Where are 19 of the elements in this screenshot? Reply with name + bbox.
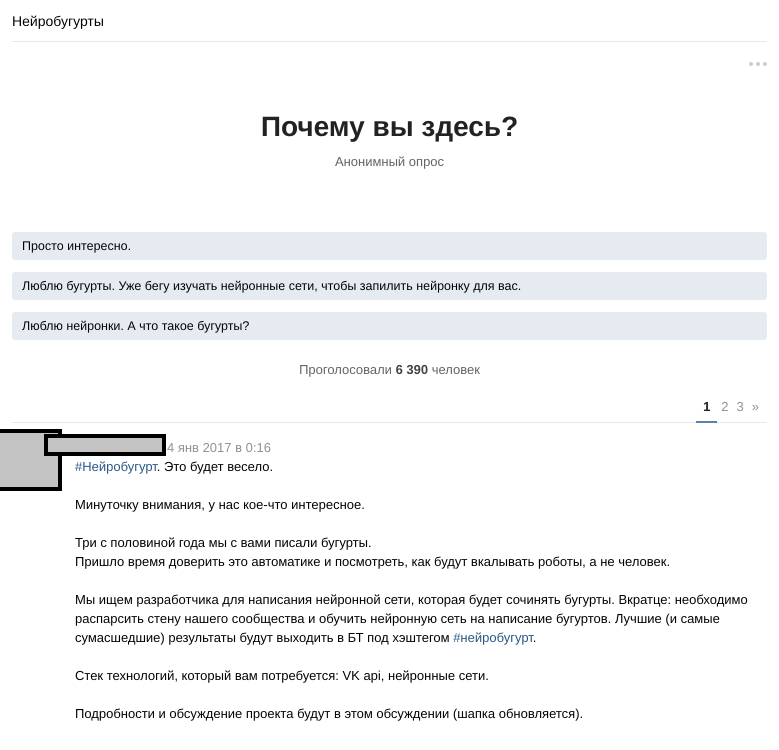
page-title: Нейробугурты [12,12,104,28]
post-text: Подробности и обсуждение проекта будут в этом обсуждении (шапка обновляется). [75,705,584,723]
post-date: 4 янв 2017 в 0:16 [167,440,271,455]
post-text: #Нейробугурт. Это будет весело. [75,458,274,476]
poll-option[interactable]: Просто интересно. [12,232,767,260]
poll-title: Почему вы здесь? [260,110,520,144]
hashtag-link[interactable]: #нейробугурт [453,630,533,645]
post-text: Минуточку внимания, у нас кое-что интересное. [75,496,366,514]
post-text: Пришло время доверить это автоматике и посмотреть, как будут вкалывать роботы, а не человек. [75,553,672,571]
post-text: Три с половиной года мы с вами писали бугурты. [75,534,373,552]
page-link[interactable]: 1 [696,399,718,423]
hashtag-link[interactable]: #Нейробугурт [75,459,157,474]
post-text: Стек технологий, который вам потребуется: VK api, нейронные сети. [75,667,490,685]
vote-count: Проголосовали 6 390 человек [299,362,480,377]
post-text: Мы ищем разработчика для написания нейронной сети, которая будет сочинять бугурты. Вкратце: необходимо распарсить стену нашего сообщества и обучить нейронную сеть на написание бугуртов. Лучшие (и самые сумасшедшие) результаты будут выходить в БТ под хэштегом #нейробугурт. [75,591,749,647]
more-icon[interactable] [749,62,767,66]
poll-subtitle: Анонимный опрос [334,154,444,169]
poll-option[interactable]: Люблю нейронки. А что такое бугурты? [12,312,767,340]
poll-option[interactable]: Люблю бугурты. Уже бегу изучать нейронные сети, чтобы запилить нейронку для вас. [12,272,767,300]
